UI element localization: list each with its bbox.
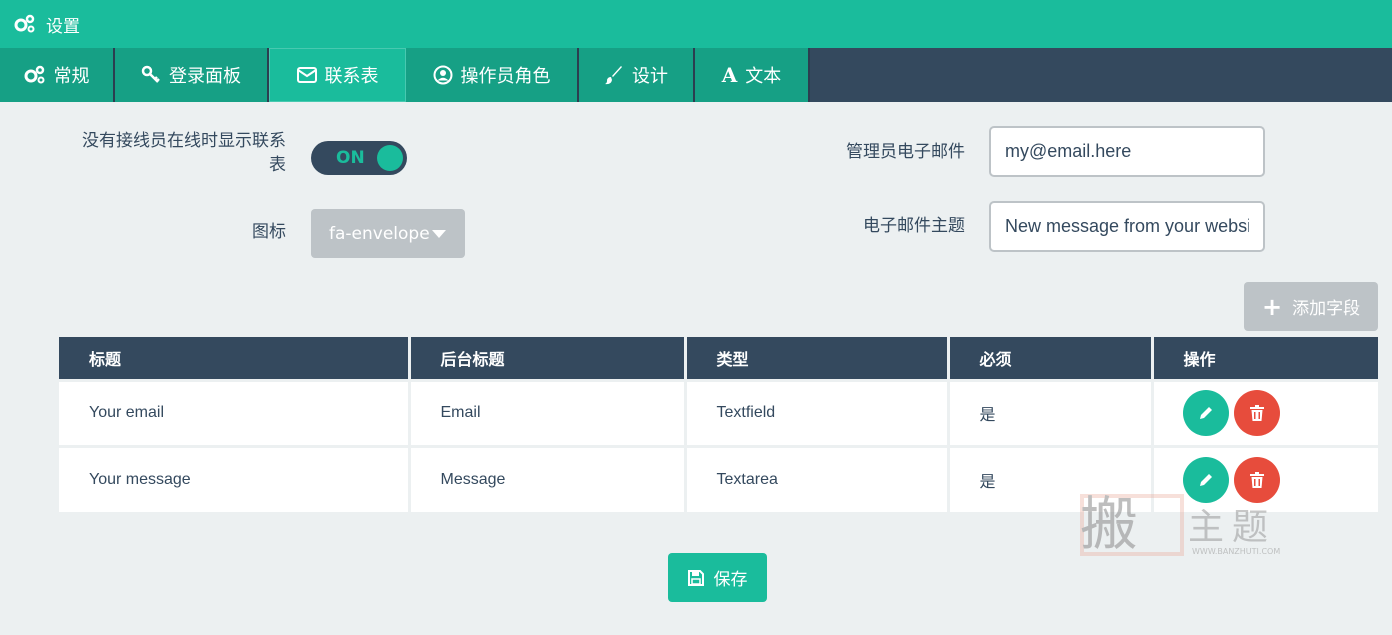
cell-backend-title: Message — [409, 444, 687, 512]
tab-label: 设计 — [632, 66, 668, 87]
watermark-url: WWW.BANZHUTI.COM — [1192, 547, 1281, 556]
paintbrush-icon — [605, 66, 622, 85]
icon-select-value: fa-envelope — [329, 223, 430, 244]
settings-tabs: 常规 登录面板 联系表 操作员角色 设计 A 文本 — [0, 48, 1392, 102]
tab-contact-form[interactable]: 联系表 — [269, 48, 406, 102]
table-row: Your email Email Textfield 是 — [59, 378, 1378, 446]
save-label: 保存 — [713, 570, 748, 590]
admin-email-input[interactable] — [989, 126, 1265, 177]
add-field-button[interactable]: + 添加字段 — [1244, 282, 1378, 331]
page-title: 设置 — [46, 16, 80, 37]
pencil-icon — [1199, 407, 1212, 419]
show-contact-form-toggle[interactable]: ON — [311, 141, 407, 175]
column-header: 后台标题 — [409, 337, 687, 380]
gears-icon — [24, 65, 44, 84]
tab-label: 联系表 — [324, 66, 379, 87]
label-line: 表 — [269, 155, 286, 175]
contact-fields-table: 标题 后台标题 类型 必须 操作 Your email Email Textfi… — [59, 337, 1378, 512]
cell-required: 是 — [948, 378, 1154, 446]
save-button[interactable]: 保存 — [668, 553, 767, 602]
gears-icon — [14, 14, 35, 33]
cell-title: Your email — [59, 378, 411, 446]
watermark-text: 主题 — [1188, 507, 1277, 548]
trash-icon — [1249, 405, 1264, 421]
watermark-big-char: 搬 — [1080, 490, 1139, 558]
user-circle-icon — [433, 65, 452, 85]
icon-label: 图标 — [252, 222, 286, 242]
caret-down-icon — [432, 230, 446, 238]
tab-design[interactable]: 设计 — [579, 48, 695, 102]
font-icon: A — [721, 63, 738, 87]
delete-button[interactable] — [1233, 390, 1280, 436]
envelope-icon — [296, 67, 317, 83]
cell-type: Textfield — [685, 378, 950, 446]
cell-title: Your message — [59, 444, 411, 512]
column-header: 类型 — [685, 337, 950, 380]
tab-general[interactable]: 常规 — [0, 48, 115, 102]
icon-select[interactable]: fa-envelope — [311, 209, 465, 258]
tab-label: 操作员角色 — [460, 66, 551, 87]
toggle-state: ON — [336, 148, 365, 168]
tab-label: 登录面板 — [169, 66, 241, 87]
settings-header: 设置 — [0, 0, 1392, 48]
show-contact-form-label: 没有接线员在线时显示联系 表 — [60, 129, 286, 177]
cell-backend-title: Email — [409, 378, 687, 446]
floppy-disk-icon — [687, 569, 704, 586]
cell-type: Textarea — [685, 444, 950, 512]
table-header-row: 标题 后台标题 类型 必须 操作 — [59, 337, 1378, 380]
plus-icon: + — [1262, 292, 1283, 321]
admin-email-label: 管理员电子邮件 — [846, 142, 965, 162]
column-header: 操作 — [1152, 337, 1378, 380]
edit-button[interactable] — [1182, 390, 1229, 436]
add-field-label: 添加字段 — [1292, 299, 1361, 319]
column-header: 必须 — [948, 337, 1154, 380]
column-header: 标题 — [59, 337, 411, 380]
pencil-icon — [1199, 473, 1212, 486]
tab-login-panel[interactable]: 登录面板 — [115, 48, 269, 102]
cell-actions — [1152, 378, 1378, 446]
trash-icon — [1249, 471, 1264, 488]
key-icon — [141, 65, 160, 83]
label-line: 没有接线员在线时显示联系 — [82, 131, 286, 151]
tab-label: 常规 — [53, 66, 90, 87]
email-subject-input[interactable] — [989, 201, 1265, 252]
tab-label: 文本 — [745, 66, 782, 87]
watermark-logo: 搬 主题 WWW.BANZHUTI.COM — [1080, 490, 1310, 560]
toggle-knob — [377, 145, 403, 171]
email-subject-label: 电子邮件主题 — [863, 216, 965, 236]
tab-operator-roles[interactable]: 操作员角色 — [406, 48, 579, 102]
tab-text[interactable]: A 文本 — [695, 48, 810, 102]
